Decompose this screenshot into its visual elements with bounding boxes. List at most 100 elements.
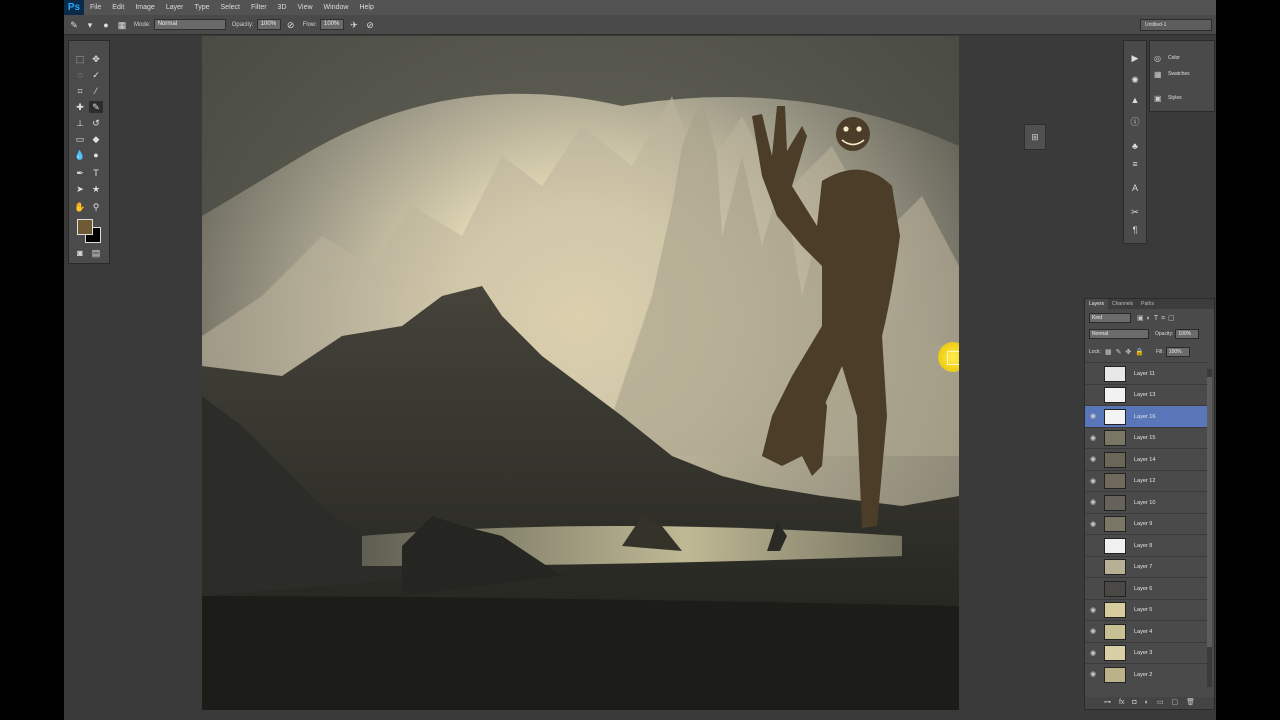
color-panel-tab[interactable]: ◎ Color: [1154, 51, 1212, 65]
eraser-tool-icon[interactable]: ▭: [73, 133, 87, 145]
visibility-eye-icon[interactable]: [1088, 385, 1098, 406]
document-canvas[interactable]: [202, 36, 959, 710]
kind-filter-select[interactable]: Kind: [1089, 313, 1131, 323]
healing-tool-icon[interactable]: ✚: [73, 101, 87, 113]
visibility-eye-icon[interactable]: ◉: [1088, 643, 1098, 664]
layer-row[interactable]: Layer 7: [1085, 555, 1207, 578]
visibility-eye-icon[interactable]: ◉: [1088, 492, 1098, 513]
blur-tool-icon[interactable]: 💧: [73, 149, 87, 161]
flow-field[interactable]: 100%: [320, 19, 345, 30]
visibility-eye-icon[interactable]: [1088, 535, 1098, 556]
blend-mode-select[interactable]: Normal: [1089, 329, 1149, 339]
quick-mask-icon[interactable]: ◙: [73, 247, 87, 259]
visibility-eye-icon[interactable]: ◉: [1088, 406, 1098, 427]
play-icon[interactable]: ▶: [1127, 51, 1143, 65]
menu-layer[interactable]: Layer: [166, 4, 184, 11]
marquee-tool-icon[interactable]: ⬚: [73, 53, 87, 65]
layer-row[interactable]: ◉ Layer 10: [1085, 491, 1207, 513]
tools-icon[interactable]: ✂: [1127, 205, 1143, 219]
brush-panel-icon[interactable]: ▦: [116, 19, 128, 31]
layer-row[interactable]: Layer 6: [1085, 577, 1207, 599]
brush-preset-icon[interactable]: ▾: [84, 19, 96, 31]
path-select-tool-icon[interactable]: ➤: [73, 183, 87, 195]
menu-file[interactable]: File: [90, 4, 101, 11]
layer-row[interactable]: Layer 11: [1085, 362, 1207, 384]
history-brush-tool-icon[interactable]: ↺: [89, 117, 103, 129]
visibility-eye-icon[interactable]: [1088, 363, 1098, 384]
workspace-select[interactable]: Untitled-1: [1140, 19, 1212, 31]
menu-view[interactable]: View: [298, 4, 313, 11]
brush-presets-icon[interactable]: ♣: [1127, 139, 1143, 153]
menu-window[interactable]: Window: [324, 4, 349, 11]
brush-size-icon[interactable]: ●: [100, 19, 112, 31]
layer-row[interactable]: ◉ Layer 3: [1085, 641, 1207, 664]
shape-tool-icon[interactable]: ★: [89, 183, 103, 195]
levels-icon[interactable]: ▲: [1127, 93, 1143, 107]
eyedropper-tool-icon[interactable]: ⁄: [89, 85, 103, 97]
brush-tool-icon[interactable]: ✎: [68, 19, 80, 31]
layer-row[interactable]: ◉ Layer 16: [1085, 405, 1207, 427]
layer-fill-field[interactable]: 100%: [1165, 347, 1190, 357]
menu-help[interactable]: Help: [359, 4, 373, 11]
new-layer-icon[interactable]: ▢: [1172, 697, 1179, 709]
tab-paths[interactable]: Paths: [1137, 299, 1158, 309]
airbrush-icon[interactable]: ✈: [348, 19, 360, 31]
visibility-eye-icon[interactable]: ◉: [1088, 449, 1098, 470]
brush-tool-active-icon[interactable]: ✎: [89, 101, 103, 113]
hand-tool-icon[interactable]: ✋: [73, 201, 87, 213]
menu-type[interactable]: Type: [194, 4, 209, 11]
adjustment-layer-icon[interactable]: ◐: [1145, 697, 1149, 709]
dodge-tool-icon[interactable]: ●: [89, 149, 103, 161]
bucket-tool-icon[interactable]: ◆: [89, 133, 103, 145]
mode-select[interactable]: Normal: [153, 19, 226, 30]
layer-row[interactable]: ◉ Layer 2: [1085, 663, 1207, 685]
crop-tool-icon[interactable]: ⌗: [73, 85, 87, 97]
menu-select[interactable]: Select: [221, 4, 240, 11]
layer-row[interactable]: Layer 8: [1085, 534, 1207, 556]
quick-select-tool-icon[interactable]: ✓: [89, 69, 103, 81]
filter-icons[interactable]: ▣◐T⌗▢: [1137, 314, 1178, 323]
pressure-opacity-icon[interactable]: ⊘: [285, 19, 297, 31]
layer-style-icon[interactable]: fx: [1119, 697, 1124, 709]
menu-image[interactable]: Image: [135, 4, 154, 11]
brightness-icon[interactable]: ✺: [1127, 73, 1143, 87]
visibility-eye-icon[interactable]: ◉: [1088, 514, 1098, 535]
menu-3d[interactable]: 3D: [278, 4, 287, 11]
styles-panel-tab[interactable]: ▣ Styles: [1154, 91, 1212, 105]
layer-row[interactable]: ◉ Layer 4: [1085, 620, 1207, 642]
layer-row[interactable]: ◉ Layer 5: [1085, 598, 1207, 621]
layer-row[interactable]: ◉ Layer 12: [1085, 469, 1207, 492]
delete-layer-icon[interactable]: 🗑: [1186, 697, 1195, 709]
visibility-eye-icon[interactable]: ◉: [1088, 600, 1098, 621]
lock-icons[interactable]: ▦✎✥🔒: [1105, 348, 1148, 356]
zoom-tool-icon[interactable]: ⚲: [89, 201, 103, 213]
paragraph-icon[interactable]: ¶: [1127, 223, 1143, 237]
layer-row[interactable]: Layer 13: [1085, 383, 1207, 406]
visibility-eye-icon[interactable]: ◉: [1088, 621, 1098, 642]
layer-row[interactable]: ◉ Layer 14: [1085, 448, 1207, 470]
move-tool-icon[interactable]: ✥: [89, 53, 103, 65]
visibility-eye-icon[interactable]: ◉: [1088, 664, 1098, 685]
adjust-icon[interactable]: ≡: [1127, 157, 1143, 171]
type-tool-icon[interactable]: T: [89, 167, 103, 179]
visibility-eye-icon[interactable]: ◉: [1088, 428, 1098, 449]
visibility-eye-icon[interactable]: ◉: [1088, 471, 1098, 492]
swatches-panel-tab[interactable]: ▦ Swatches: [1154, 67, 1212, 81]
visibility-eye-icon[interactable]: [1088, 557, 1098, 578]
layers-scrollbar[interactable]: [1207, 369, 1212, 687]
add-mask-icon[interactable]: ◘: [1132, 697, 1136, 709]
character-icon[interactable]: A: [1127, 181, 1143, 195]
pressure-size-icon[interactable]: ⊘: [364, 19, 376, 31]
menu-edit[interactable]: Edit: [112, 4, 124, 11]
link-layers-icon[interactable]: ⊶: [1104, 697, 1111, 709]
info-icon[interactable]: ⓘ: [1127, 115, 1143, 129]
layers-scroll-thumb[interactable]: [1207, 377, 1212, 647]
tab-channels[interactable]: Channels: [1108, 299, 1137, 309]
visibility-eye-icon[interactable]: [1088, 578, 1098, 599]
new-group-icon[interactable]: ▭: [1157, 697, 1164, 709]
pen-tool-icon[interactable]: ✒: [73, 167, 87, 179]
lasso-tool-icon[interactable]: ◌: [73, 69, 87, 81]
foreground-color-swatch[interactable]: [77, 219, 93, 235]
layer-opacity-field[interactable]: 100%: [1175, 329, 1200, 339]
menu-filter[interactable]: Filter: [251, 4, 267, 11]
